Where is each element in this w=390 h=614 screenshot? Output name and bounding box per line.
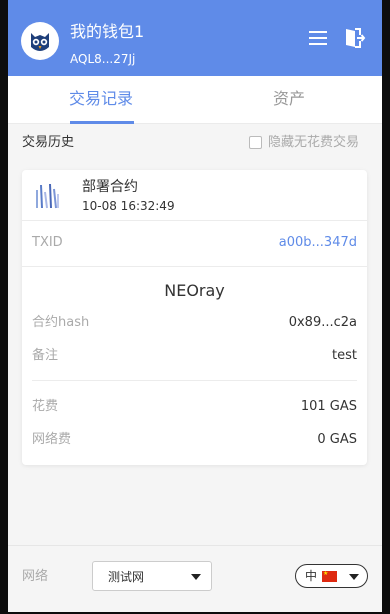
- hide-no-fee-checkbox[interactable]: [249, 136, 262, 149]
- network-select[interactable]: 测试网: [92, 561, 212, 591]
- wallet-window: 我的钱包1 AQL8...27Jj 交易记录 资产 交易历史 隐藏无花费交易 部…: [8, 0, 382, 612]
- owl-logo-icon: [21, 22, 59, 60]
- logout-icon[interactable]: [342, 26, 366, 50]
- remark-value: test: [332, 348, 357, 363]
- contract-name: NEOray: [164, 281, 225, 300]
- history-title: 交易历史: [22, 135, 75, 150]
- language-select[interactable]: 中 ★: [295, 564, 368, 588]
- transaction-card: 部署合约 10-08 16:32:49 TXID a00b...347d NEO…: [22, 170, 367, 465]
- active-tab-indicator: [70, 121, 134, 124]
- network-fee-value: 0 GAS: [317, 432, 357, 447]
- header: 我的钱包1 AQL8...27Jj: [8, 0, 382, 76]
- contract-hash-value: 0x89...c2a: [288, 315, 357, 330]
- wallet-address[interactable]: AQL8...27Jj: [70, 51, 135, 67]
- tab-assets[interactable]: 资产: [196, 76, 382, 124]
- tab-transactions[interactable]: 交易记录: [8, 76, 194, 124]
- network-fee-label: 网络费: [32, 432, 72, 447]
- divider: [22, 266, 367, 267]
- fee-value: 101 GAS: [300, 399, 357, 414]
- hide-no-fee-label[interactable]: 隐藏无花费交易: [268, 134, 359, 152]
- language-selected-value: 中: [305, 569, 318, 583]
- tab-bar: 交易记录 资产: [8, 76, 382, 124]
- transaction-type: 部署合约: [82, 179, 138, 195]
- contract-deploy-icon: [34, 180, 60, 210]
- txid-label: TXID: [32, 235, 63, 250]
- menu-icon[interactable]: [306, 26, 330, 50]
- txid-link[interactable]: a00b...347d: [279, 234, 357, 252]
- chevron-down-icon: [191, 574, 201, 580]
- transaction-time: 10-08 16:32:49: [82, 199, 175, 213]
- wallet-name: 我的钱包1: [70, 22, 145, 41]
- cn-flag-icon: ★: [322, 570, 337, 582]
- divider: [32, 380, 357, 381]
- chevron-down-icon: [349, 574, 359, 580]
- divider: [22, 220, 367, 221]
- contract-hash-label: 合约hash: [32, 315, 90, 330]
- remark-label: 备注: [32, 348, 59, 363]
- footer: 网络 测试网 中 ★: [8, 545, 382, 612]
- network-selected-value: 测试网: [108, 570, 145, 584]
- fee-label: 花费: [32, 399, 59, 414]
- network-label: 网络: [22, 569, 49, 584]
